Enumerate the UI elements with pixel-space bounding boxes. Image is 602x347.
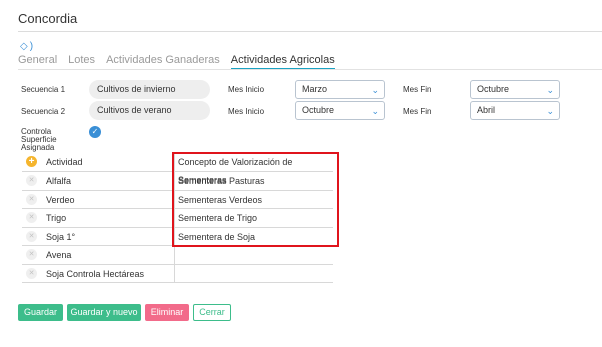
mes-fin-2-select[interactable]: Abril ⌄ [470,101,560,120]
secuencia-2-input[interactable]: Cultivos de verano [89,101,210,120]
mes-inicio-2-value: Octubre [302,105,335,115]
concepto-cell[interactable] [174,246,333,264]
mes-fin-2-value: Abril [477,105,496,115]
cerrar-button[interactable]: Cerrar [193,304,231,321]
tag-icon[interactable]: ◇ ) [20,41,38,52]
tab-bar: General Lotes Actividades Ganaderas Acti… [18,53,346,70]
actividad-cell: Soja 1° [46,231,76,242]
controla-label-line: Asignada [21,143,55,152]
table-row[interactable]: ✕ Avena [22,246,333,265]
remove-icon[interactable]: ✕ [26,249,37,260]
guardar-button[interactable]: Guardar [18,304,63,321]
mes-fin-1-label: Mes Fin [403,85,432,94]
chevron-down-icon: ⌄ [371,85,379,95]
mes-inicio-2-label: Mes Inicio [228,107,265,116]
tab-actividades-ganaderas[interactable]: Actividades Ganaderas [106,53,220,67]
mes-inicio-1-select[interactable]: Marzo ⌄ [295,80,385,99]
chevron-down-icon: ⌄ [371,106,379,116]
secuencia-1-input[interactable]: Cultivos de invierno [89,80,210,99]
actividad-cell: Verdeo [46,194,75,205]
actividad-cell: Avena [46,250,72,260]
mes-fin-1-select[interactable]: Octubre ⌄ [470,80,560,99]
mes-inicio-1-value: Marzo [302,84,328,94]
highlight-box [172,152,339,247]
eliminar-button[interactable]: Eliminar [145,304,189,321]
actividad-cell: Soja Controla Hectáreas [46,268,145,279]
divider [18,31,602,32]
table-row[interactable]: ✕ Soja Controla Hectáreas [22,264,333,283]
remove-icon[interactable]: ✕ [26,193,37,205]
actividad-cell: Trigo [46,213,67,223]
chevron-down-icon: ⌄ [546,85,554,95]
remove-icon[interactable]: ✕ [26,175,37,186]
tab-actividades-agricolas[interactable]: Actividades Agricolas [230,53,335,70]
column-header-actividad: Actividad [46,157,83,167]
add-icon[interactable]: + [26,156,37,167]
tab-general[interactable]: General [18,53,57,67]
remove-icon[interactable]: ✕ [26,230,37,242]
actividad-cell: Alfalfa [46,176,72,186]
secuencia-2-label: Secuencia 2 [21,107,66,116]
mes-inicio-2-select[interactable]: Octubre ⌄ [295,101,385,120]
mes-fin-2-label: Mes Fin [403,107,432,116]
remove-icon[interactable]: ✕ [26,212,37,223]
controla-superficie-checkbox[interactable]: ✓ [89,126,101,138]
chevron-down-icon: ⌄ [546,106,554,116]
mes-inicio-1-label: Mes Inicio [228,85,265,94]
page-title: Concordia [18,11,78,26]
concepto-cell[interactable] [174,264,333,282]
controla-superficie-label: Controla Superficie Asignada [21,128,57,152]
secuencia-1-label: Secuencia 1 [21,85,66,94]
guardar-y-nuevo-button[interactable]: Guardar y nuevo [67,304,141,321]
tab-lotes[interactable]: Lotes [68,53,95,67]
divider [18,69,602,70]
mes-fin-1-value: Octubre [477,84,510,94]
remove-icon[interactable]: ✕ [26,267,37,279]
